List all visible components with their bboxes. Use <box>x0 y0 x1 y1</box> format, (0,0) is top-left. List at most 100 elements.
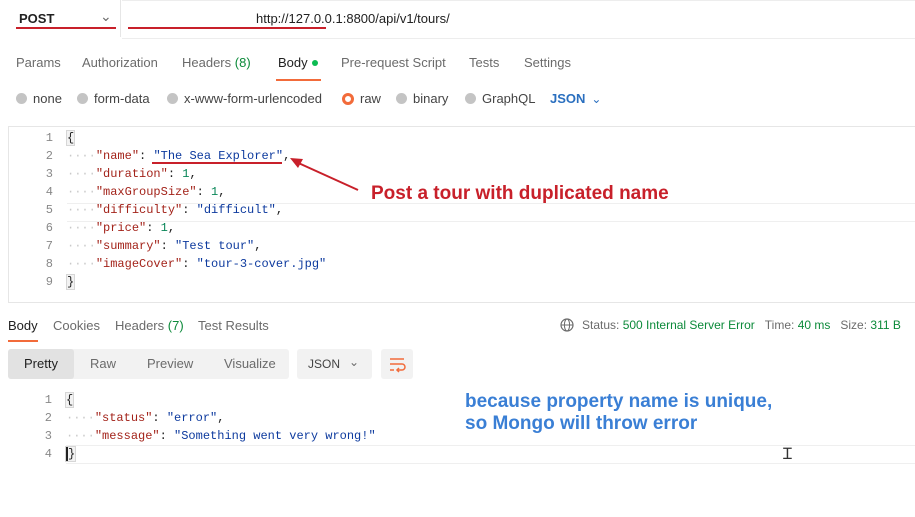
tab-label: Cookies <box>53 318 100 333</box>
globe-icon[interactable] <box>560 318 574 332</box>
radio-label: form-data <box>94 91 150 106</box>
radio-circle-icon <box>465 93 476 104</box>
radio-raw[interactable]: raw <box>342 91 381 106</box>
response-tab-cookies[interactable]: Cookies <box>53 318 100 333</box>
line-number: 3 <box>44 429 52 443</box>
radio-urlencoded[interactable]: x-www-form-urlencoded <box>167 91 322 106</box>
response-tab-test-results[interactable]: Test Results <box>198 318 269 333</box>
modified-dot-icon <box>311 59 318 66</box>
json-key: "difficulty" <box>95 203 183 217</box>
radio-selected-icon <box>342 92 354 105</box>
radio-label: binary <box>413 91 449 106</box>
line-number: 3 <box>45 167 53 181</box>
tab-label: Pre-request Script <box>341 55 446 70</box>
pretty-button[interactable]: Pretty <box>8 349 74 379</box>
tab-label: Test Results <box>198 318 269 333</box>
tab-label: Body <box>278 55 308 70</box>
size-value[interactable]: 311 B <box>870 318 900 332</box>
visualize-button[interactable]: Visualize <box>224 356 276 371</box>
tab-authorization[interactable]: Authorization <box>82 55 158 70</box>
body-format-select[interactable]: JSON ⌄ <box>550 91 601 106</box>
tab-label: Headers <box>115 318 165 333</box>
code-line: ····"price": 1, <box>67 221 176 235</box>
line-number: 8 <box>45 257 53 271</box>
code-line: ····"maxGroupSize": 1, <box>67 185 226 199</box>
radio-label: GraphQL <box>482 91 536 106</box>
time-label: Time: <box>764 318 795 332</box>
tab-label: Settings <box>524 55 571 70</box>
response-body-viewer[interactable]: 1 2 3 4 { ····"status": "error", ····"me… <box>8 390 915 464</box>
radio-circle-icon <box>167 93 178 104</box>
radio-graphql[interactable]: GraphQL <box>465 91 535 106</box>
close-brace: } <box>65 274 76 290</box>
response-tab-headers[interactable]: Headers (7) <box>115 318 184 333</box>
tab-count: (7) <box>167 318 184 333</box>
open-brace: { <box>65 130 76 146</box>
radio-label: none <box>33 91 62 106</box>
json-value: "The Sea Explorer" <box>153 149 284 163</box>
tab-label: Authorization <box>82 55 158 70</box>
radio-form-data[interactable]: form-data <box>77 91 150 106</box>
button-label: Visualize <box>224 356 276 371</box>
open-brace: { <box>64 392 75 408</box>
size-label: Size: <box>840 318 868 332</box>
code-line: ····"difficulty": "difficult", <box>67 203 284 217</box>
tab-headers[interactable]: Headers (8) <box>182 55 251 70</box>
json-key: "summary" <box>95 239 161 253</box>
chevron-down-icon: ⌄ <box>591 92 602 106</box>
json-value: "difficult" <box>196 203 276 217</box>
json-value: "error" <box>166 411 218 425</box>
status-value[interactable]: 500 Internal Server Error <box>623 318 755 332</box>
radio-circle-icon <box>77 93 88 104</box>
active-tab-indicator <box>276 79 321 81</box>
tab-label: Params <box>16 55 61 70</box>
button-label: Preview <box>147 356 194 371</box>
code-line: ····"status": "error", <box>66 411 225 425</box>
close-brace: } <box>64 446 77 462</box>
radio-none[interactable]: none <box>16 91 62 106</box>
tab-params[interactable]: Params <box>16 55 61 70</box>
json-key: "status" <box>94 411 153 425</box>
json-key: "maxGroupSize" <box>95 185 197 199</box>
radio-binary[interactable]: binary <box>396 91 448 106</box>
tab-tests[interactable]: Tests <box>469 55 499 70</box>
json-value: "Test tour" <box>175 239 255 253</box>
tab-body[interactable]: Body <box>278 55 318 70</box>
format-label: JSON <box>550 91 586 106</box>
response-view-modes: Pretty Raw Preview Visualize <box>8 349 289 379</box>
wrap-lines-button[interactable] <box>381 349 413 379</box>
response-format-select[interactable]: JSON ⌄ <box>297 349 372 379</box>
json-key: "price" <box>95 221 147 235</box>
text-cursor-icon: Ɪ <box>783 446 792 463</box>
chevron-down-icon: ⌄ <box>349 355 360 369</box>
request-body-editor[interactable]: 1 2 3 4 5 6 7 8 9 { ····"name": "The Sea… <box>8 126 915 303</box>
time-value[interactable]: 40 ms <box>798 318 831 332</box>
format-label: JSON <box>308 357 341 371</box>
code-line: ····"message": "Something went very wron… <box>66 429 376 443</box>
radio-circle-icon <box>396 93 407 104</box>
radio-label: x-www-form-urlencoded <box>184 91 322 106</box>
line-number: 6 <box>45 221 53 235</box>
preview-button[interactable]: Preview <box>147 356 193 371</box>
response-tab-body[interactable]: Body <box>8 318 38 333</box>
tab-settings[interactable]: Settings <box>524 55 571 70</box>
line-number: 9 <box>45 275 53 289</box>
wrap-icon <box>390 358 406 373</box>
code-line: ····"name": "The Sea Explorer", <box>67 149 291 163</box>
raw-button[interactable]: Raw <box>90 356 116 371</box>
request-annotation: Post a tour with duplicated name <box>371 183 669 204</box>
code-line: ····"imageCover": "tour-3-cover.jpg" <box>67 257 327 271</box>
response-annotation-line1: because property name is unique, <box>465 391 773 412</box>
json-key: "duration" <box>95 167 168 181</box>
code-line: ····"duration": 1, <box>67 167 197 181</box>
json-key: "imageCover" <box>95 257 183 271</box>
response-status-bar: Status: 500 Internal Server Error Time: … <box>560 318 901 332</box>
json-value: 1 <box>160 221 168 235</box>
line-number: 1 <box>44 393 52 407</box>
code-line: ····"summary": "Test tour", <box>67 239 262 253</box>
line-number: 2 <box>44 411 52 425</box>
status-label: Status: <box>582 318 620 332</box>
line-number: 7 <box>45 239 53 253</box>
tab-pre-request-script[interactable]: Pre-request Script <box>341 55 446 70</box>
tab-label: Body <box>8 318 38 333</box>
